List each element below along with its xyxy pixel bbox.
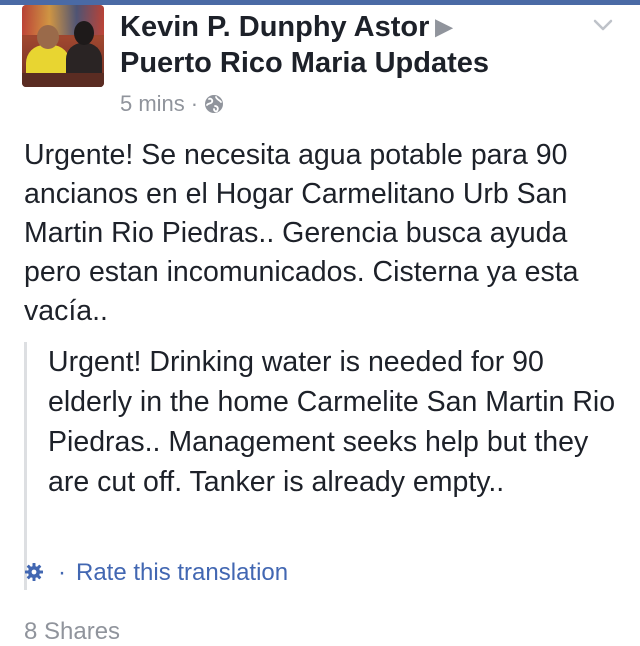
shares-count[interactable]: 8 Shares — [24, 618, 120, 646]
globe-icon — [205, 95, 224, 113]
post-timestamp[interactable]: 5 mins — [120, 91, 185, 116]
feed-post: Kevin P. Dunphy Astor ▶ Puerto Rico Maria… — [0, 0, 640, 645]
translation-block: Urgent! Drinking water is needed for 90 … — [24, 342, 627, 590]
post-meta: 5 mins · — [120, 90, 224, 118]
author-avatar[interactable] — [22, 5, 104, 87]
post-translated-text: Urgent! Drinking water is needed for 90 … — [48, 346, 616, 498]
right-triangle-icon: ▶ — [435, 14, 453, 39]
avatar-person-head — [74, 21, 94, 45]
rate-translation-link[interactable]: Rate this translation — [76, 559, 288, 586]
translation-rating-row: · Rate this translation — [24, 556, 288, 590]
post-original-text: Urgente! Se necesita agua potable para 9… — [24, 139, 579, 327]
group-name[interactable]: Puerto Rico Maria Updates — [120, 46, 489, 80]
meta-separator: · — [190, 91, 199, 116]
post-header-author: Kevin P. Dunphy Astor ▶ — [120, 10, 452, 44]
author-name[interactable]: Kevin P. Dunphy Astor — [120, 11, 429, 43]
rate-separator: · — [58, 559, 66, 586]
chevron-down-icon[interactable] — [592, 14, 614, 36]
avatar-person-head — [37, 25, 59, 49]
avatar-couch — [22, 73, 104, 87]
gear-icon[interactable] — [24, 562, 44, 582]
